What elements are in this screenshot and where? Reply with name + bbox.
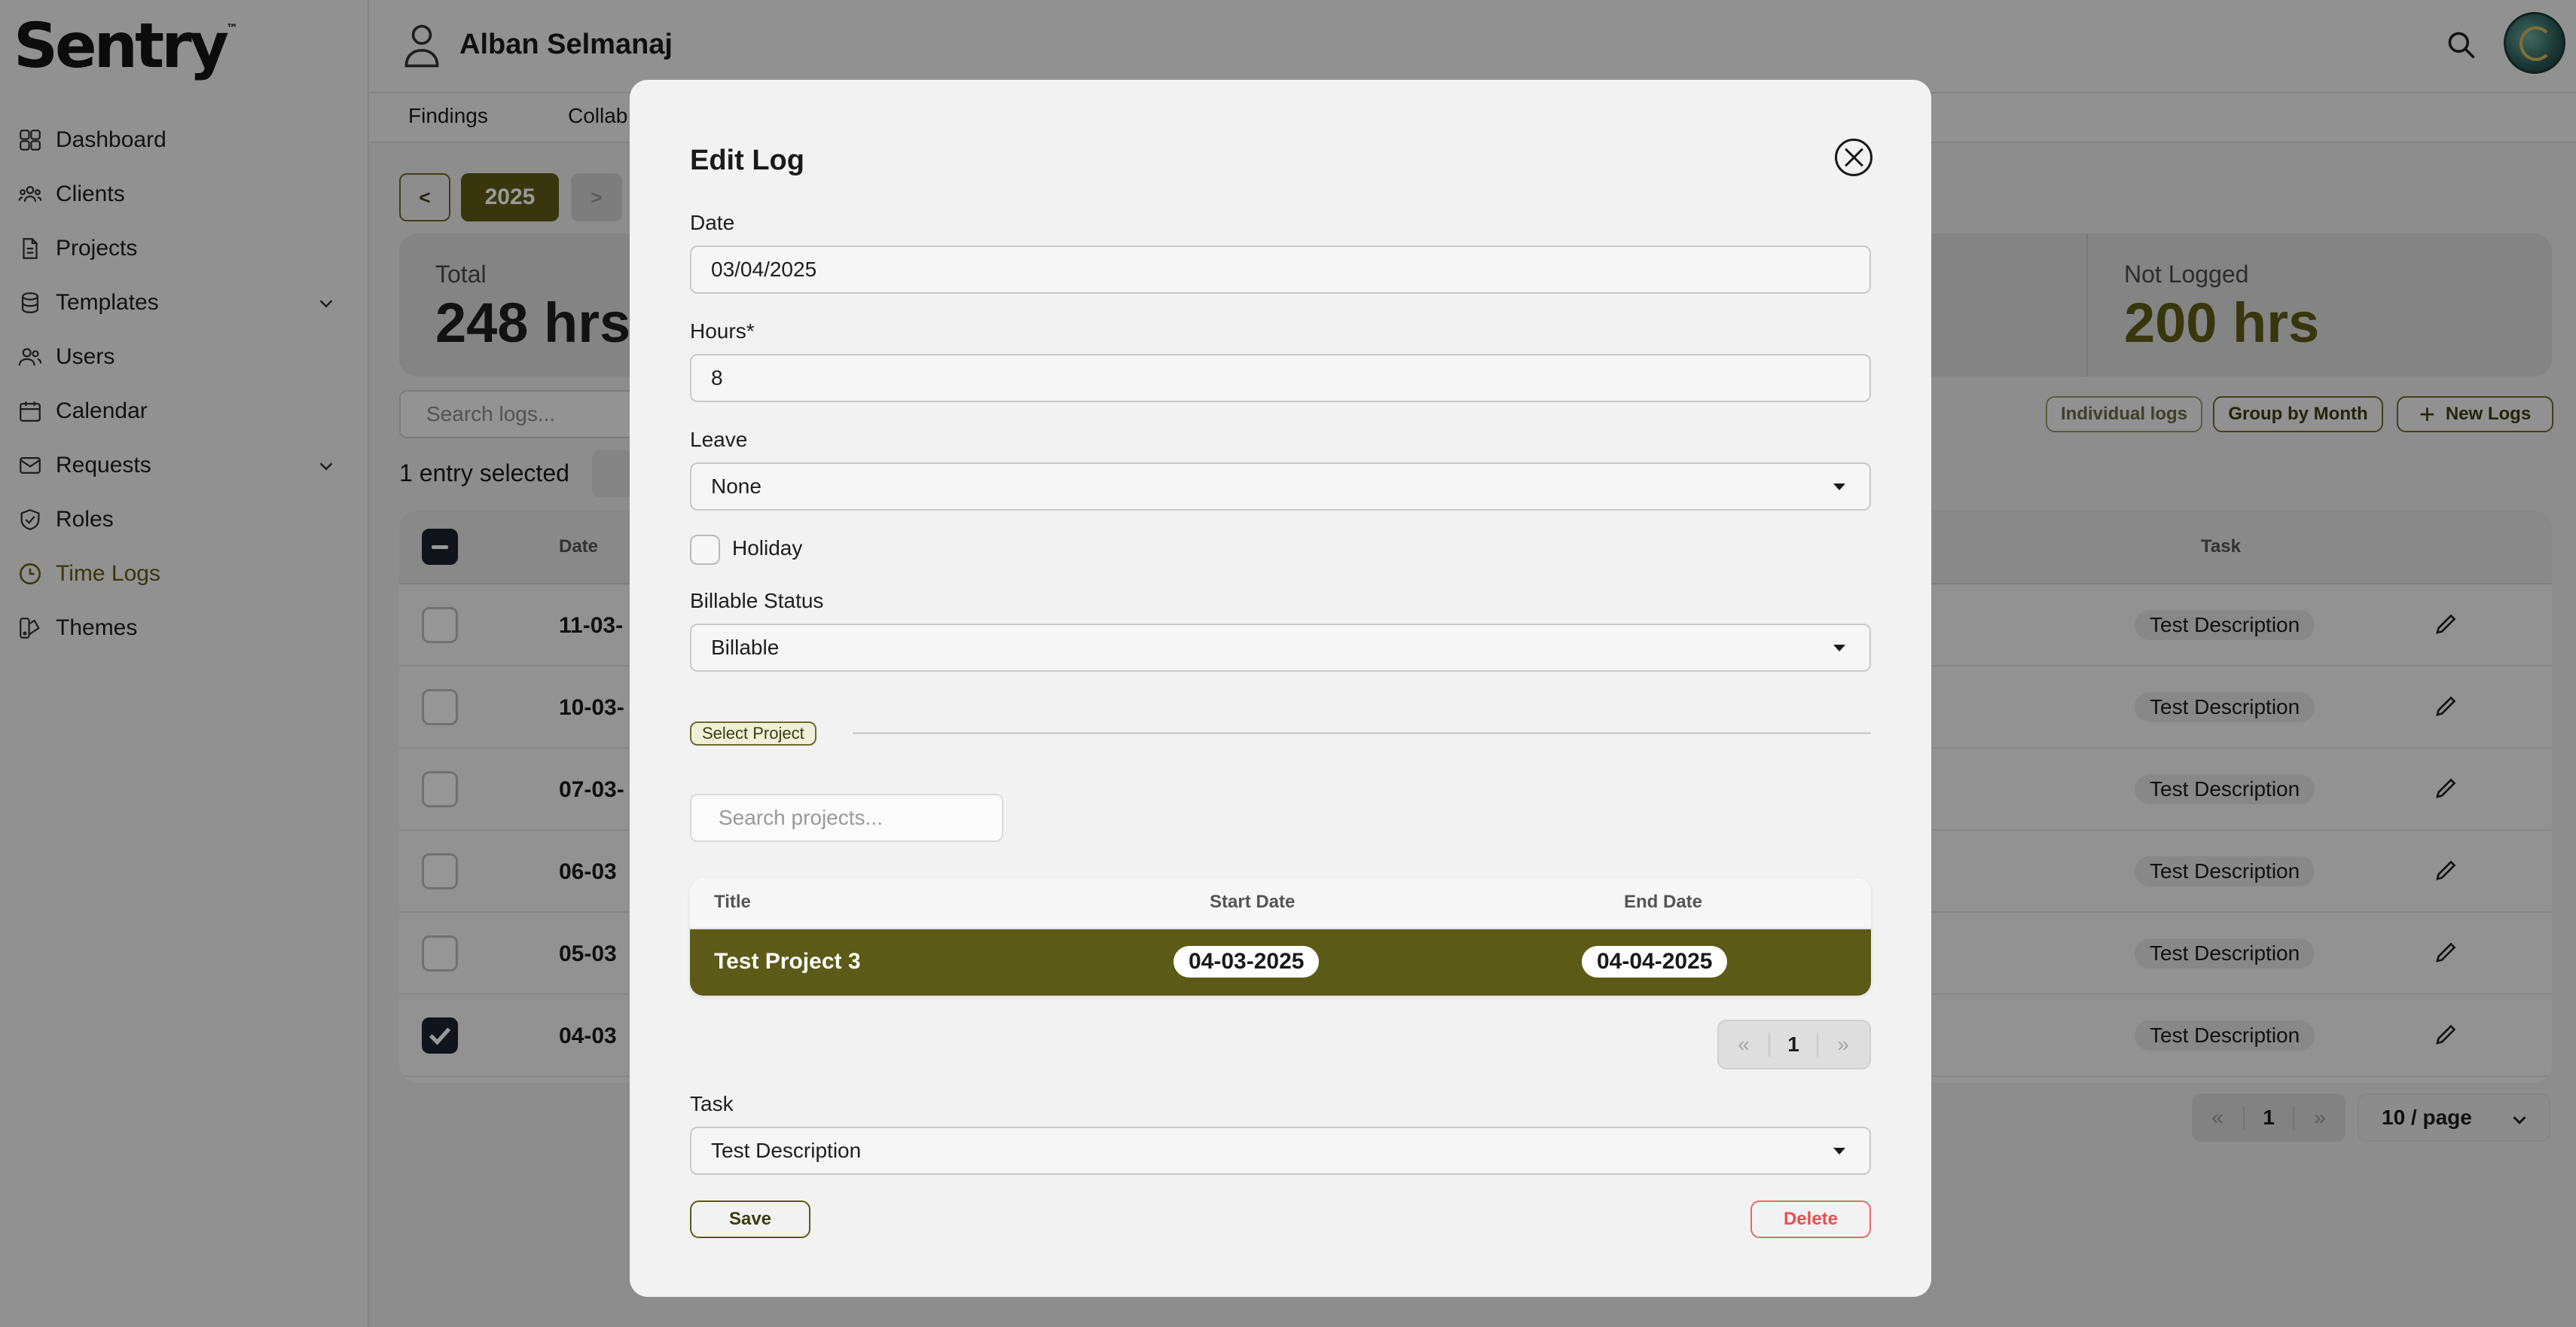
column-title: Title (714, 892, 751, 912)
pagination-next[interactable]: » (1818, 1033, 1868, 1057)
caret-down-icon (1833, 645, 1845, 651)
leave-value: None (711, 474, 762, 498)
pagination-page[interactable]: 1 (1769, 1033, 1818, 1057)
projects-table-header: Title Start Date End Date (690, 878, 1871, 929)
project-row-selected[interactable]: Test Project 3 04-03-2025 04-04-2025 (690, 929, 1871, 996)
project-end-date: 04-04-2025 (1582, 946, 1728, 978)
column-end-date: End Date (1624, 892, 1703, 912)
billable-status-label: Billable Status (690, 589, 824, 612)
modal-title: Edit Log (690, 145, 804, 176)
pagination-prev[interactable]: « (1719, 1033, 1769, 1057)
edit-log-modal: Edit Log Date 03/04/2025 Hours* 8 Leave … (630, 80, 1931, 1297)
leave-select[interactable]: None (690, 462, 1871, 511)
close-icon[interactable] (1835, 139, 1872, 176)
select-project-badge: Select Project (690, 721, 816, 746)
delete-button[interactable]: Delete (1750, 1200, 1871, 1238)
task-label: Task (690, 1092, 734, 1115)
projects-table: Title Start Date End Date Test Project 3… (690, 878, 1871, 996)
leave-label: Leave (690, 428, 748, 451)
save-button[interactable]: Save (690, 1200, 810, 1238)
search-projects-input[interactable]: Search projects... (690, 794, 1003, 842)
holiday-label: Holiday (732, 536, 803, 560)
caret-down-icon (1833, 1148, 1845, 1155)
project-title: Test Project 3 (714, 949, 861, 974)
hours-label: Hours* (690, 319, 755, 343)
date-label: Date (690, 211, 735, 234)
project-start-date: 04-03-2025 (1174, 946, 1320, 978)
date-field[interactable]: 03/04/2025 (690, 246, 1871, 294)
task-select[interactable]: Test Description (690, 1127, 1871, 1175)
billable-status-value: Billable (711, 636, 780, 659)
billable-status-select[interactable]: Billable (690, 624, 1871, 672)
projects-pagination: « 1 » (1717, 1020, 1871, 1069)
section-divider (853, 732, 1871, 734)
column-start-date: Start Date (1210, 892, 1296, 912)
caret-down-icon (1833, 484, 1845, 490)
hours-field[interactable]: 8 (690, 354, 1871, 402)
holiday-checkbox[interactable] (690, 535, 720, 565)
task-value: Test Description (711, 1139, 862, 1162)
